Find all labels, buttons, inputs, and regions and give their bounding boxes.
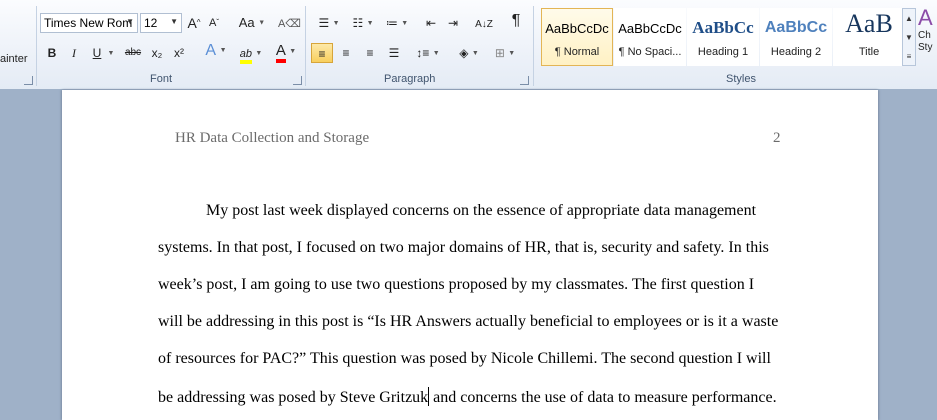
- line-spacing-icon: ↕≡: [416, 46, 430, 60]
- sort-button[interactable]: A↓Z: [474, 13, 494, 33]
- pilcrow-icon: ¶: [511, 12, 521, 29]
- text-line: will be addressing in this post is “Is H…: [158, 313, 779, 330]
- font-group-label: Font: [150, 73, 173, 85]
- styles-group-label: Styles: [726, 73, 756, 85]
- italic-button[interactable]: I: [66, 43, 82, 63]
- gallery-more-icon[interactable]: ≡: [903, 47, 915, 66]
- style-no-spacing[interactable]: AaBbCcDc ¶ No Spaci...: [614, 8, 686, 66]
- change-styles-button[interactable]: A Ch Sty: [918, 6, 937, 78]
- increase-indent-button[interactable]: ⇥: [444, 13, 462, 33]
- decrease-indent-icon: ⇤: [425, 16, 437, 30]
- numbering-icon: ☷: [352, 16, 364, 30]
- paragraph-dialog-launcher-icon[interactable]: [520, 76, 529, 85]
- paint-bucket-icon: ◈: [459, 46, 469, 60]
- font-size-value: 12: [144, 16, 158, 30]
- text-effects-icon: A: [205, 42, 216, 60]
- style-name: Heading 2: [770, 46, 822, 58]
- font-color-button[interactable]: A ▼: [272, 41, 300, 63]
- font-name-combo[interactable]: Times New Rom ▼: [40, 13, 138, 33]
- bullets-icon: ☰: [318, 16, 330, 30]
- text-line: of resources for PAC?” This question was…: [158, 350, 771, 367]
- align-center-icon: ≡: [342, 46, 350, 60]
- borders-button[interactable]: ⊞ ▼: [490, 43, 520, 63]
- multilevel-list-icon: ≔: [385, 16, 398, 30]
- style-preview: AaB: [845, 9, 893, 38]
- style-preview: AaBbCс: [692, 18, 754, 37]
- group-divider: [533, 6, 534, 86]
- document-page[interactable]: HR Data Collection and Storage 2 My post…: [62, 90, 878, 420]
- text-segment: and concerns the use of data to measure …: [429, 389, 777, 406]
- style-preview: AaBbCcDc: [545, 21, 609, 36]
- style-preview: AaBbCc: [764, 19, 828, 36]
- align-left-button[interactable]: ≡: [311, 43, 333, 63]
- header-page-number: 2: [773, 130, 781, 146]
- chevron-down-icon[interactable]: ▼: [126, 17, 134, 26]
- text-line: systems. In that post, I focused on two …: [158, 239, 769, 256]
- change-case-icon: Aa: [238, 15, 255, 30]
- justify-icon: ☰: [388, 46, 400, 60]
- clear-formatting-icon: A⌫: [278, 18, 301, 30]
- font-name-value: Times New Rom: [44, 16, 133, 30]
- numbering-button[interactable]: ☷ ▼: [348, 13, 378, 33]
- format-painter-button[interactable]: ainter: [0, 53, 28, 65]
- decrease-indent-button[interactable]: ⇤: [422, 13, 440, 33]
- ribbon: ainter Times New Rom ▼ 12 ▼ A^ Aˇ Aa ▼ A…: [0, 0, 937, 90]
- highlight-button[interactable]: ab ▼: [236, 43, 266, 64]
- style-name: ¶ Normal: [554, 46, 600, 58]
- font-size-combo[interactable]: 12 ▼: [140, 13, 182, 33]
- clear-formatting-button[interactable]: A⌫: [278, 13, 301, 33]
- header-title: HR Data Collection and Storage: [175, 130, 370, 146]
- highlighter-icon: ab: [239, 48, 252, 64]
- align-left-icon: ≡: [318, 47, 326, 61]
- scroll-up-icon[interactable]: ▲: [903, 9, 915, 28]
- subscript-button[interactable]: x₂: [148, 43, 166, 63]
- change-styles-icon: A: [918, 6, 933, 30]
- chevron-down-icon[interactable]: ▼: [170, 17, 178, 26]
- superscript-button[interactable]: x²: [170, 43, 188, 63]
- align-right-button[interactable]: ≡: [360, 43, 380, 63]
- styles-gallery-scroll[interactable]: ▲ ▼ ≡: [902, 8, 916, 66]
- scroll-down-icon[interactable]: ▼: [903, 28, 915, 47]
- text-line: week’s post, I am going to use two quest…: [158, 276, 755, 293]
- style-heading-1[interactable]: AaBbCс Heading 1: [687, 8, 759, 66]
- change-case-button[interactable]: Aa ▼: [238, 13, 266, 33]
- multilevel-list-button[interactable]: ≔ ▼: [382, 13, 412, 33]
- underline-dropdown[interactable]: ▼: [106, 43, 116, 63]
- justify-button[interactable]: ☰: [384, 43, 404, 63]
- border-icon: ⊞: [494, 46, 505, 60]
- grow-font-button[interactable]: A^: [186, 13, 202, 33]
- increase-indent-icon: ⇥: [447, 16, 459, 30]
- show-formatting-button[interactable]: ¶: [506, 11, 526, 31]
- style-normal[interactable]: AaBbCcDc ¶ Normal: [541, 8, 613, 66]
- text-segment: be addressing was posed by Steve Gritzuk: [158, 389, 429, 406]
- align-right-icon: ≡: [366, 46, 374, 60]
- text-line: be addressing was posed by Steve Gritzuk…: [158, 387, 777, 407]
- sort-icon: A↓Z: [475, 19, 493, 30]
- font-dialog-launcher-icon[interactable]: [293, 76, 302, 85]
- style-name: ¶ No Spaci...: [618, 46, 682, 58]
- bold-button[interactable]: B: [44, 43, 60, 63]
- strikethrough-button[interactable]: abc: [122, 43, 144, 63]
- style-name: Heading 1: [697, 46, 749, 58]
- style-heading-2[interactable]: AaBbCc Heading 2: [760, 8, 832, 66]
- underline-button[interactable]: U: [90, 43, 104, 63]
- clipboard-dialog-launcher-icon[interactable]: [24, 76, 33, 85]
- align-center-button[interactable]: ≡: [336, 43, 356, 63]
- style-name: Title: [858, 46, 880, 58]
- paragraph-group-label: Paragraph: [384, 73, 436, 85]
- text-line: My post last week displayed concerns on …: [206, 202, 757, 219]
- text-effects-button[interactable]: A ▼: [202, 41, 230, 61]
- shrink-font-button[interactable]: Aˇ: [206, 13, 222, 33]
- change-styles-label: Ch Sty: [918, 30, 933, 53]
- style-preview: AaBbCcDc: [618, 21, 682, 36]
- grow-font-icon: A: [187, 15, 197, 31]
- bullets-button[interactable]: ☰ ▼: [314, 13, 344, 33]
- styles-gallery: AaBbCcDc ¶ Normal AaBbCcDc ¶ No Spaci...…: [539, 8, 905, 66]
- line-spacing-button[interactable]: ↕≡ ▼: [414, 43, 442, 63]
- group-divider: [36, 6, 37, 86]
- style-title[interactable]: AaB Title: [833, 8, 905, 66]
- font-color-icon: A: [275, 42, 286, 63]
- group-divider: [305, 6, 306, 86]
- shading-button[interactable]: ◈ ▼: [454, 43, 484, 63]
